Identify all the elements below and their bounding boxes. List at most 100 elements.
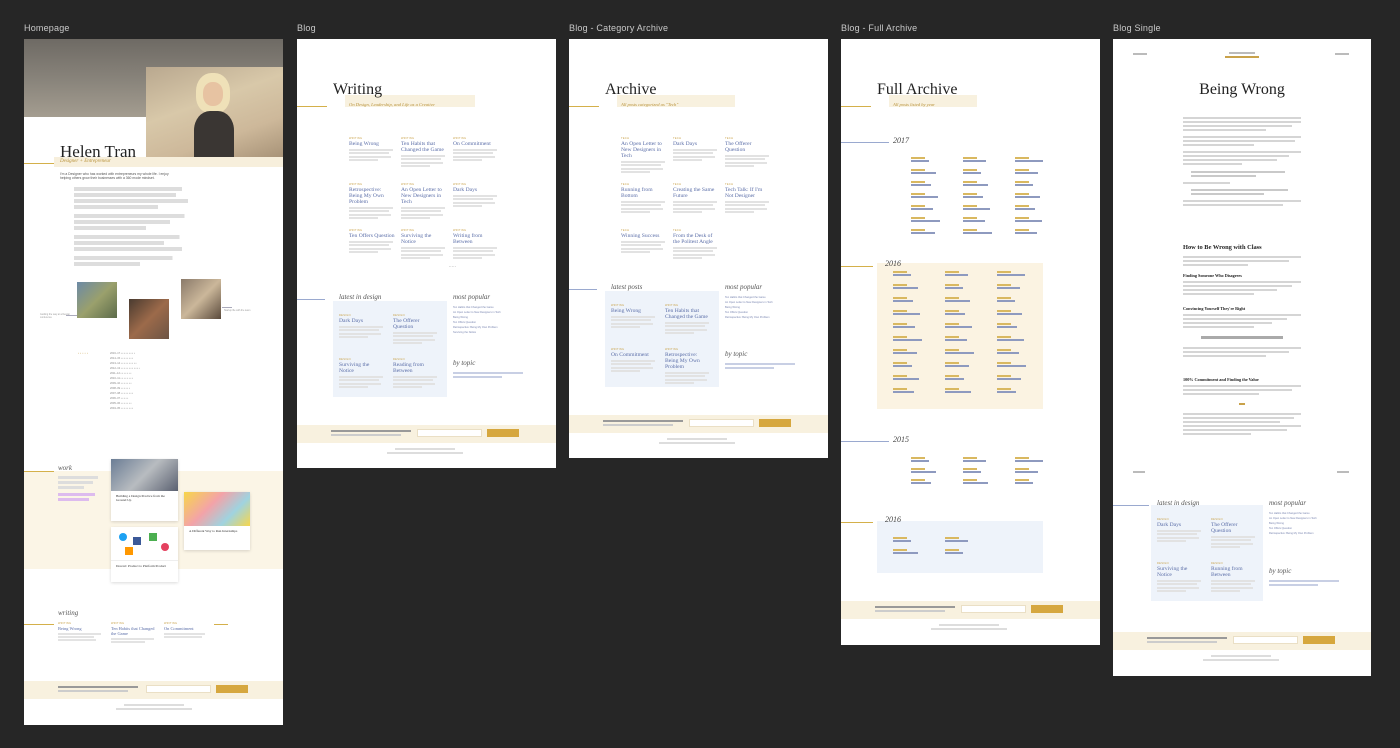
blog-post-card[interactable]: WRITING Surviving the Notice: [401, 229, 447, 259]
category-post-card[interactable]: TECH Running from Bottom: [621, 183, 667, 213]
archive-entry[interactable]: [945, 297, 970, 302]
archive-entry[interactable]: [997, 349, 1019, 354]
archive-entry[interactable]: [963, 193, 983, 198]
archive-entry[interactable]: [911, 181, 931, 186]
single-next-post-link[interactable]: [1337, 471, 1349, 473]
single-prev-link[interactable]: [1133, 53, 1147, 55]
archive-entry[interactable]: [911, 217, 940, 222]
archive-entry[interactable]: [963, 205, 990, 210]
home-newsletter-email-input[interactable]: [146, 685, 211, 693]
full-newsletter-email-input[interactable]: [961, 605, 1026, 613]
post-title[interactable]: Surviving the Notice: [339, 362, 385, 374]
blog-post-card[interactable]: WRITING On Commitment: [453, 137, 499, 161]
post-title[interactable]: The Offerer Question: [1211, 522, 1257, 534]
post-title[interactable]: Retrospective: Being My Own Problem: [349, 187, 395, 205]
archive-entry[interactable]: [997, 388, 1016, 393]
archive-entry[interactable]: [997, 323, 1017, 328]
archive-entry[interactable]: [911, 479, 931, 484]
latest-post-card[interactable]: DESIGN Dark Days: [339, 314, 385, 338]
popular-item[interactable]: Retrospective: Being My Own Problem: [725, 315, 815, 320]
homepage-artboard[interactable]: Helen Tran Designer + Entrepreneur I'm a…: [24, 39, 283, 725]
archive-entry[interactable]: [963, 169, 981, 174]
post-title[interactable]: On Commitment: [453, 141, 499, 147]
home-writing-post-1[interactable]: WRITING Being Wrong: [58, 622, 103, 641]
archive-entry[interactable]: [893, 336, 922, 341]
writing-more-link[interactable]: [214, 624, 228, 625]
archive-entry[interactable]: [1015, 217, 1042, 222]
blog-post-card[interactable]: WRITING Ten Habits that Changed the Game: [401, 137, 447, 167]
archive-entry[interactable]: [963, 229, 992, 234]
blog-post-card[interactable]: WRITING Ten Offers Question: [349, 229, 395, 253]
full-archive-artboard[interactable]: Full Archive All posts listed by year 20…: [841, 39, 1100, 645]
latest-post-card[interactable]: DESIGN Reading from Between: [393, 358, 439, 388]
archive-entry[interactable]: [945, 336, 967, 341]
latest-post-card[interactable]: DESIGN Running from Between: [1211, 562, 1257, 592]
latest-post-card[interactable]: DESIGN Surviving the Notice: [339, 358, 385, 388]
archive-entry[interactable]: [997, 375, 1021, 380]
category-archive-artboard[interactable]: Archive All posts categorized as "Tech" …: [569, 39, 828, 458]
archive-entry[interactable]: [945, 375, 964, 380]
archive-entry[interactable]: [911, 169, 936, 174]
work-card-2[interactable]: A Different Way to Run Internships: [184, 492, 250, 550]
single-next-link[interactable]: [1335, 53, 1349, 55]
archive-entry[interactable]: [893, 271, 911, 276]
archive-entry[interactable]: [893, 297, 913, 302]
blog-single-artboard[interactable]: Being Wrong How to Be Wrong with Class F…: [1113, 39, 1371, 676]
post-title[interactable]: Dark Days: [673, 141, 719, 147]
archive-entry[interactable]: [945, 362, 969, 367]
category-post-card[interactable]: TECH Tech Talk: If I'm Not Designer: [725, 183, 771, 213]
blog-newsletter-email-input[interactable]: [417, 429, 482, 437]
archive-entry[interactable]: [1015, 457, 1043, 462]
single-prev-post-link[interactable]: [1133, 471, 1145, 473]
archive-entry[interactable]: [893, 549, 918, 554]
archive-entry[interactable]: [1015, 205, 1035, 210]
archive-entry[interactable]: [963, 468, 981, 473]
archive-entry[interactable]: [911, 229, 935, 234]
archive-entry[interactable]: [963, 217, 985, 222]
home-writing-post-3[interactable]: WRITING On Commitment: [164, 622, 209, 638]
post-title[interactable]: Ten Habits that Changed the Game: [401, 141, 447, 153]
archive-entry[interactable]: [945, 310, 965, 315]
post-title[interactable]: Dark Days: [339, 318, 385, 324]
archive-entry[interactable]: [911, 193, 938, 198]
archive-entry[interactable]: [911, 468, 936, 473]
latest-post-card[interactable]: WRITING Ten Habits that Changed the Game: [665, 304, 711, 334]
archive-entry[interactable]: [945, 349, 974, 354]
archive-entry[interactable]: [945, 388, 971, 393]
archive-entry[interactable]: [997, 362, 1026, 367]
post-title[interactable]: Creating the Same Future: [673, 187, 719, 199]
category-post-card[interactable]: TECH The Offerer Question: [725, 137, 771, 167]
archive-entry[interactable]: [945, 271, 968, 276]
latest-post-card[interactable]: WRITING Retrospective: Being My Own Probl…: [665, 348, 711, 384]
post-title[interactable]: Ten Offers Question: [349, 233, 395, 239]
archive-entry[interactable]: [893, 310, 920, 315]
post-title[interactable]: Dark Days: [453, 187, 499, 193]
category-newsletter-signup-button[interactable]: [759, 419, 791, 427]
archive-entry[interactable]: [1015, 468, 1038, 473]
post-title[interactable]: Running from Between: [1211, 566, 1257, 578]
popular-item[interactable]: Surviving the Notice: [453, 330, 543, 335]
archive-entry[interactable]: [911, 205, 933, 210]
category-post-card[interactable]: TECH Creating the Same Future: [673, 183, 719, 213]
category-newsletter-email-input[interactable]: [689, 419, 754, 427]
archive-entry[interactable]: [1015, 157, 1043, 162]
category-post-card[interactable]: TECH An Open Letter to New Designers in T…: [621, 137, 667, 173]
blog-artboard[interactable]: Writing On Design, Leadership, and Life …: [297, 39, 556, 468]
blog-post-card[interactable]: WRITING Being Wrong: [349, 137, 395, 161]
post-title[interactable]: Being Wrong: [611, 308, 657, 314]
archive-entry[interactable]: [893, 537, 911, 542]
post-title[interactable]: Surviving the Notice: [1157, 566, 1203, 578]
blog-post-card[interactable]: WRITING Retrospective: Being My Own Probl…: [349, 183, 395, 219]
archive-entry[interactable]: [893, 349, 917, 354]
blog-post-card[interactable]: WRITING Dark Days: [453, 183, 499, 207]
archive-entry[interactable]: [997, 284, 1020, 289]
post-title[interactable]: An Open Letter to New Designers in Tech: [621, 141, 667, 159]
home-writing-post-2[interactable]: WRITING Ten Habits that Changed the Game: [111, 622, 156, 643]
blog-more-posts-link[interactable]: ▪ ▪ ▪ ▪ ▪: [449, 265, 456, 269]
archive-entry[interactable]: [997, 336, 1024, 341]
post-title[interactable]: The Offerer Question: [393, 318, 439, 330]
archive-entry[interactable]: [945, 537, 968, 542]
home-newsletter-signup-button[interactable]: [216, 685, 248, 693]
archive-entry[interactable]: [963, 457, 986, 462]
post-title[interactable]: Writing from Between: [453, 233, 499, 245]
